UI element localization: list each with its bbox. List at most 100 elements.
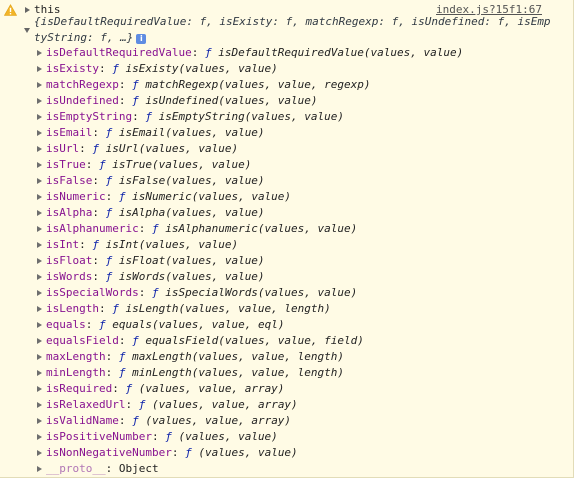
property-row[interactable]: isRelaxedUrl: ƒ (values, value, array) [0,397,560,413]
function-signature: isSpecialWords(values, value) [165,286,358,299]
expand-arrow-icon[interactable] [37,353,42,360]
expand-arrow-icon[interactable] [37,209,42,216]
function-signature: isFloat(values, value) [118,254,265,267]
property-row[interactable]: isNonNegativeNumber: ƒ (values, value) [0,445,560,461]
expand-arrow-icon[interactable] [37,225,42,232]
property-key: isLength [46,302,99,315]
expand-arrow-icon[interactable] [37,145,42,152]
property-row[interactable]: isLength: ƒ isLength(values, value, leng… [0,301,560,317]
expand-arrow-icon[interactable] [37,289,42,296]
property-row[interactable]: isValidName: ƒ (values, value, array) [0,413,560,429]
property-row[interactable]: isFalse: ƒ isFalse(values, value) [0,173,560,189]
property-row[interactable]: isUndefined: ƒ isUndefined(values, value… [0,93,560,109]
expand-arrow-icon[interactable] [37,337,42,344]
expand-arrow-icon[interactable] [37,449,42,456]
property-row[interactable]: maxLength: ƒ maxLength(values, value, le… [0,349,560,365]
property-row[interactable]: isAlpha: ƒ isAlpha(values, value) [0,205,560,221]
function-keyword: ƒ [99,318,106,331]
function-keyword: ƒ [125,382,133,395]
expand-arrow-icon[interactable] [37,401,42,408]
expand-toggle-icon[interactable] [25,7,30,13]
expand-arrow-icon[interactable] [37,433,42,440]
collapse-toggle-icon[interactable] [24,28,30,33]
property-row[interactable]: matchRegexp: ƒ matchRegexp(values, value… [0,77,560,93]
expand-arrow-icon[interactable] [37,49,42,56]
function-keyword: ƒ [185,446,192,459]
property-row[interactable]: isWords: ƒ isWords(values, value) [0,269,560,285]
expand-arrow-icon[interactable] [37,465,42,472]
function-keyword: ƒ [118,190,126,203]
expand-arrow-icon[interactable] [37,177,42,184]
property-key: equalsField [46,334,119,347]
function-signature: isEmail(values, value) [118,126,265,139]
property-key: matchRegexp [46,78,119,91]
property-row[interactable]: isRequired: ƒ (values, value, array) [0,381,560,397]
function-keyword: ƒ [151,286,159,299]
property-row[interactable]: isEmail: ƒ isEmail(values, value) [0,125,560,141]
property-row[interactable]: isFloat: ƒ isFloat(values, value) [0,253,560,269]
function-signature: isNumeric(values, value) [132,190,292,203]
expand-arrow-icon[interactable] [37,369,42,376]
function-keyword: ƒ [132,414,139,427]
expand-arrow-icon[interactable] [37,257,42,264]
function-keyword: ƒ [204,46,212,59]
function-signature: minLength(values, value, length) [132,366,345,379]
property-row[interactable]: isInt: ƒ isInt(values, value) [0,237,560,253]
expand-arrow-icon[interactable] [37,113,42,120]
function-keyword: ƒ [105,270,113,283]
expand-arrow-icon[interactable] [37,65,42,72]
property-list: isDefaultRequiredValue: ƒ isDefaultRequi… [0,45,560,477]
property-row[interactable]: isSpecialWords: ƒ isSpecialWords(values,… [0,285,560,301]
property-row[interactable]: isEmptyString: ƒ isEmptyString(values, v… [0,109,560,125]
function-signature: isTrue(values, value) [112,158,252,171]
expand-arrow-icon[interactable] [37,385,42,392]
property-key: isEmail [46,126,93,139]
property-row[interactable]: isDefaultRequiredValue: ƒ isDefaultRequi… [0,45,560,61]
expand-arrow-icon[interactable] [37,193,42,200]
function-signature: matchRegexp(values, value, regexp) [145,78,371,91]
function-signature: isWords(values, value) [118,270,265,283]
console-warning-message: this index.js?15f1:67 {isDefaultRequired… [0,0,574,478]
property-key: isTrue [46,158,86,171]
property-row[interactable]: isAlphanumeric: ƒ isAlphanumeric(values,… [0,221,560,237]
proto-row[interactable]: __proto__: Object [0,461,560,477]
expand-arrow-icon[interactable] [37,161,42,168]
object-preview: {isDefaultRequiredValue: f, isExisty: f,… [34,15,551,44]
property-row[interactable]: minLength: ƒ minLength(values, value, le… [0,365,560,381]
function-signature: isAlpha(values, value) [118,206,265,219]
function-keyword: ƒ [118,366,126,379]
property-row[interactable]: isNumeric: ƒ isNumeric(values, value) [0,189,560,205]
function-keyword: ƒ [105,174,113,187]
expand-arrow-icon[interactable] [37,129,42,136]
property-row[interactable]: isUrl: ƒ isUrl(values, value) [0,141,560,157]
property-row[interactable]: isPositiveNumber: ƒ (values, value) [0,429,560,445]
property-key: isDefaultRequiredValue [46,46,192,59]
property-key: isAlpha [46,206,93,219]
function-signature: (values, value, array) [138,382,285,395]
function-signature: isEmptyString(values, value) [158,110,345,123]
function-keyword: ƒ [165,430,172,443]
expand-arrow-icon[interactable] [37,305,42,312]
expand-arrow-icon[interactable] [37,97,42,104]
warning-icon [4,4,17,16]
function-keyword: ƒ [99,158,106,171]
expand-arrow-icon[interactable] [37,321,42,328]
property-key: isRelaxedUrl [46,398,126,411]
info-icon[interactable]: i [136,33,147,44]
expand-arrow-icon[interactable] [37,417,42,424]
property-key: isEmptyString [46,110,133,123]
property-row[interactable]: equalsField: ƒ equalsField(values, value… [0,333,560,349]
object-summary[interactable]: {isDefaultRequiredValue: f, isExisty: f,… [34,14,552,45]
function-signature: (values, value) [198,446,298,459]
property-row[interactable]: isTrue: ƒ isTrue(values, value) [0,157,560,173]
expand-arrow-icon[interactable] [37,241,42,248]
function-keyword: ƒ [132,334,139,347]
expand-arrow-icon[interactable] [37,81,42,88]
function-keyword: ƒ [138,398,146,411]
function-keyword: ƒ [132,78,139,91]
property-key: isWords [46,270,93,283]
property-key: isNumeric [46,190,106,203]
property-row[interactable]: equals: ƒ equals(values, value, eql) [0,317,560,333]
expand-arrow-icon[interactable] [37,273,42,280]
property-row[interactable]: isExisty: ƒ isExisty(values, value) [0,61,560,77]
